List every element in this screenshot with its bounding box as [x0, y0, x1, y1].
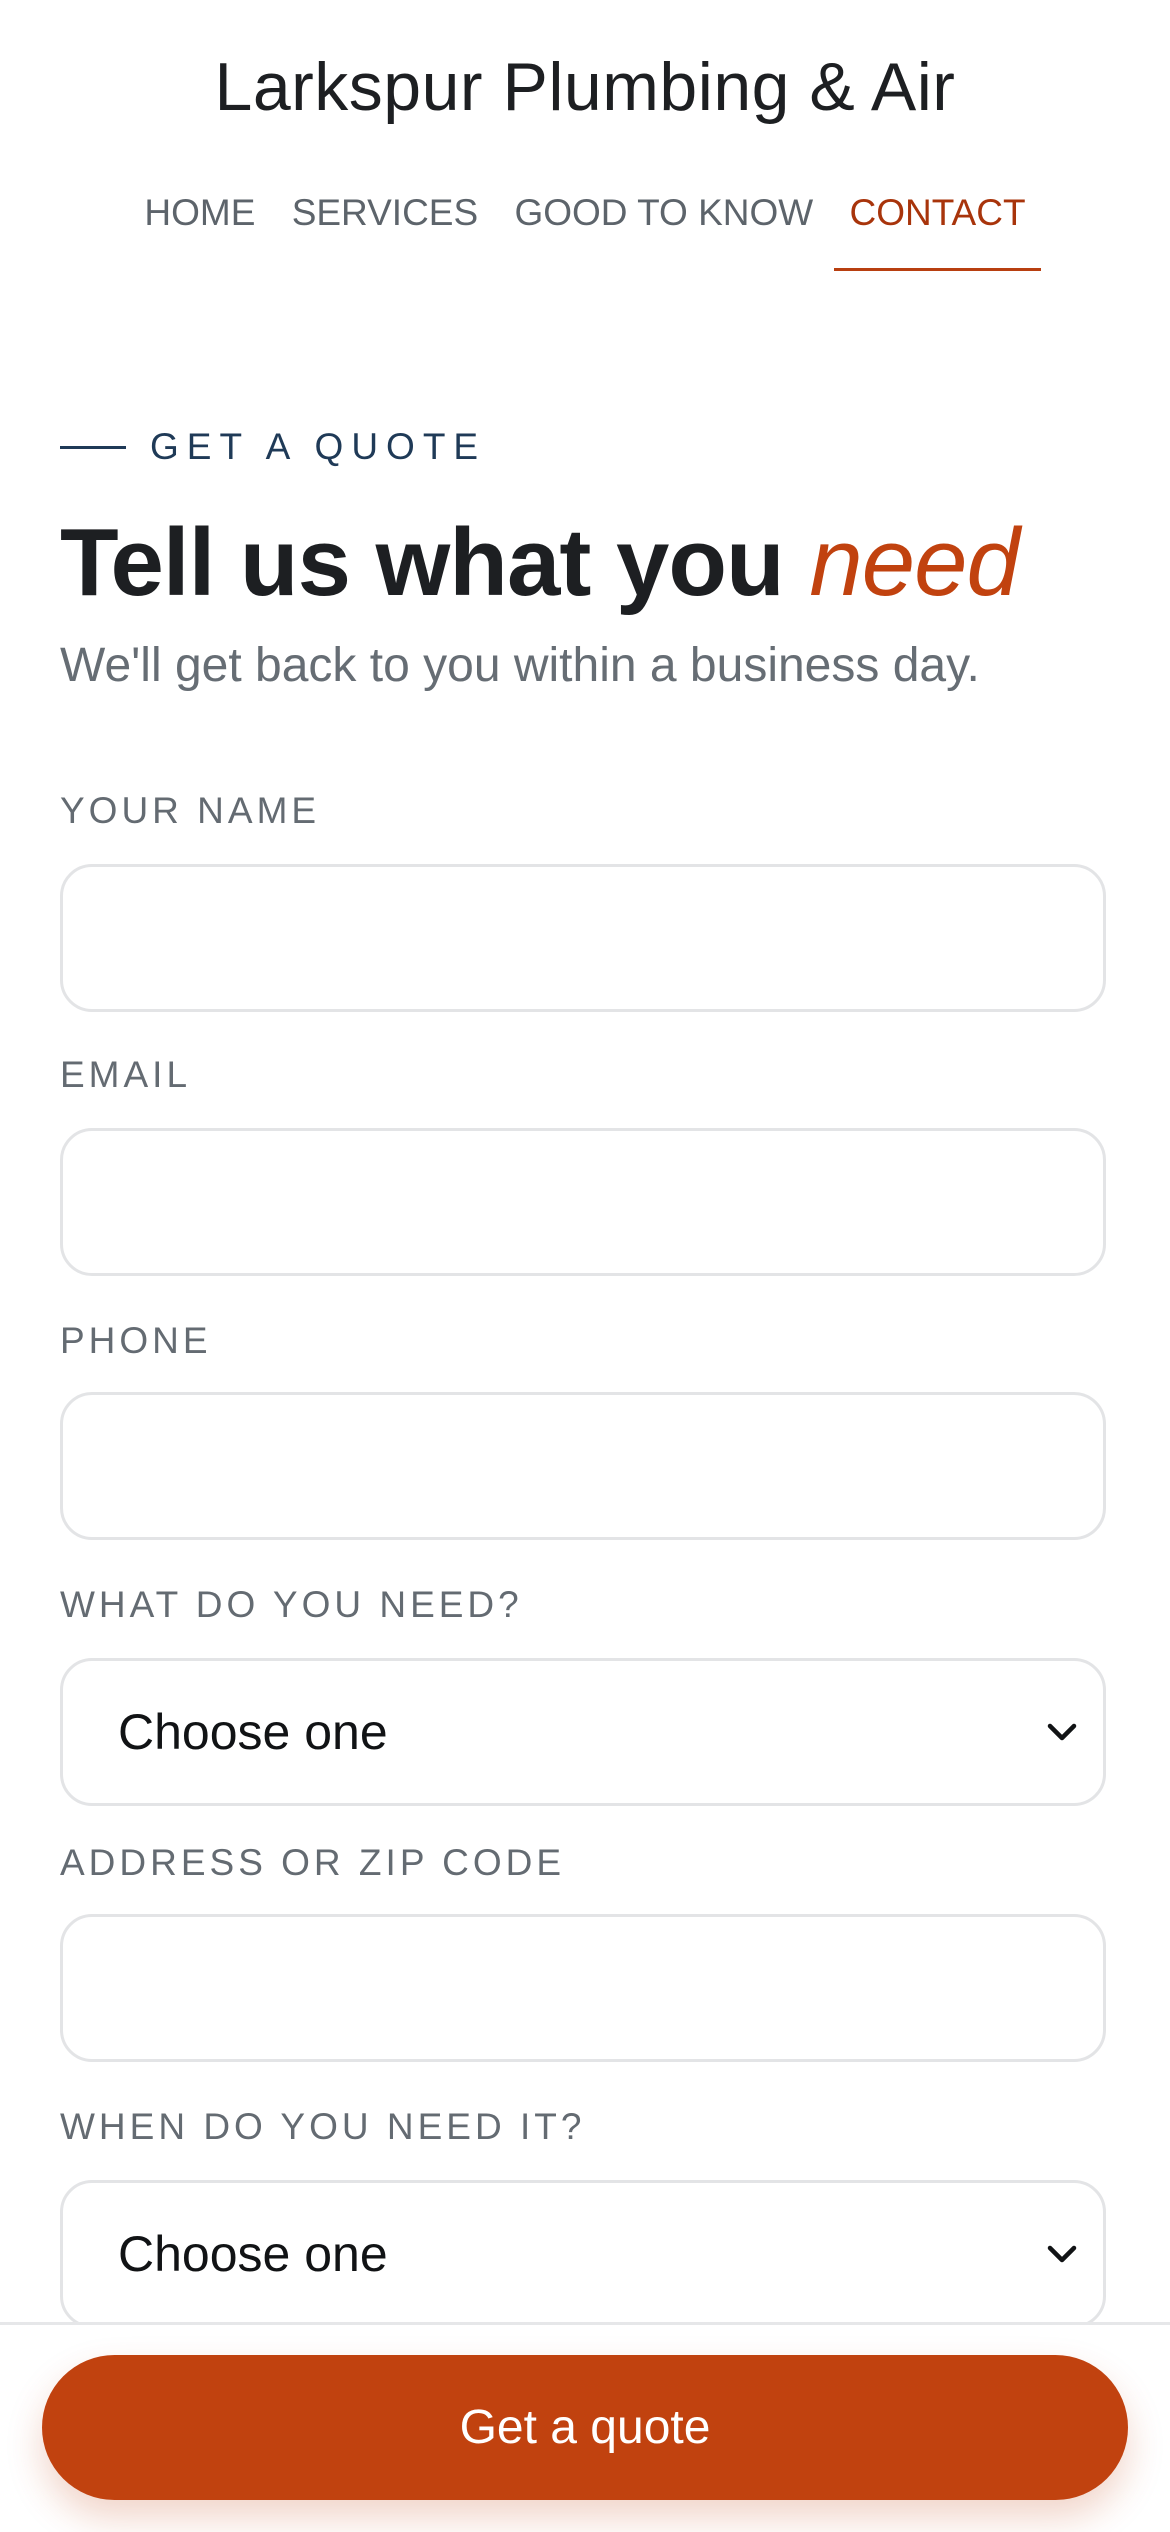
- email-input[interactable]: [63, 1131, 1103, 1273]
- nav-services[interactable]: SERVICES: [292, 192, 478, 234]
- timing-select-value: Choose one: [118, 2226, 388, 2282]
- get-quote-button[interactable]: Get a quote: [42, 2355, 1128, 2500]
- nav-contact[interactable]: CONTACT: [834, 192, 1041, 271]
- phone-field[interactable]: [60, 1392, 1106, 1540]
- phone-label: PHONE: [60, 1320, 212, 1361]
- service-select-value: Choose one: [118, 1704, 388, 1760]
- chevron-down-icon: [1041, 1711, 1083, 1753]
- heading-accent: need: [809, 509, 1020, 616]
- address-field[interactable]: [60, 1914, 1106, 2062]
- name-field[interactable]: [60, 864, 1106, 1012]
- eyebrow-rule: [60, 445, 126, 449]
- phone-input[interactable]: [63, 1395, 1103, 1537]
- site-header: Larkspur Plumbing & Air HOME SERVICES GO…: [0, 0, 1170, 280]
- name-input[interactable]: [63, 867, 1103, 1009]
- site-title[interactable]: Larkspur Plumbing & Air: [0, 48, 1170, 126]
- timing-select[interactable]: Choose one: [60, 2180, 1106, 2328]
- heading-text: Tell us what you: [60, 509, 785, 616]
- sticky-cta-bar: Get a quote: [0, 2322, 1170, 2532]
- page-subheading: We'll get back to you within a business …: [60, 639, 980, 692]
- chevron-down-icon: [1041, 2233, 1083, 2275]
- eyebrow-text: GET A QUOTE: [150, 426, 487, 467]
- nav-good-to-know[interactable]: GOOD TO KNOW: [514, 192, 813, 234]
- email-field[interactable]: [60, 1128, 1106, 1276]
- service-label: WHAT DO YOU NEED?: [60, 1584, 523, 1625]
- address-label: ADDRESS OR ZIP CODE: [60, 1842, 566, 1883]
- address-input[interactable]: [63, 1917, 1103, 2059]
- service-select[interactable]: Choose one: [60, 1658, 1106, 1806]
- email-label: EMAIL: [60, 1054, 192, 1095]
- eyebrow: GET A QUOTE: [60, 422, 486, 472]
- timing-label: WHEN DO YOU NEED IT?: [60, 2106, 586, 2147]
- page-heading: Tell us what you need: [60, 508, 1020, 618]
- main-nav: HOME SERVICES GOOD TO KNOW CONTACT: [0, 192, 1170, 271]
- nav-home[interactable]: HOME: [144, 192, 255, 234]
- name-label: YOUR NAME: [60, 790, 321, 831]
